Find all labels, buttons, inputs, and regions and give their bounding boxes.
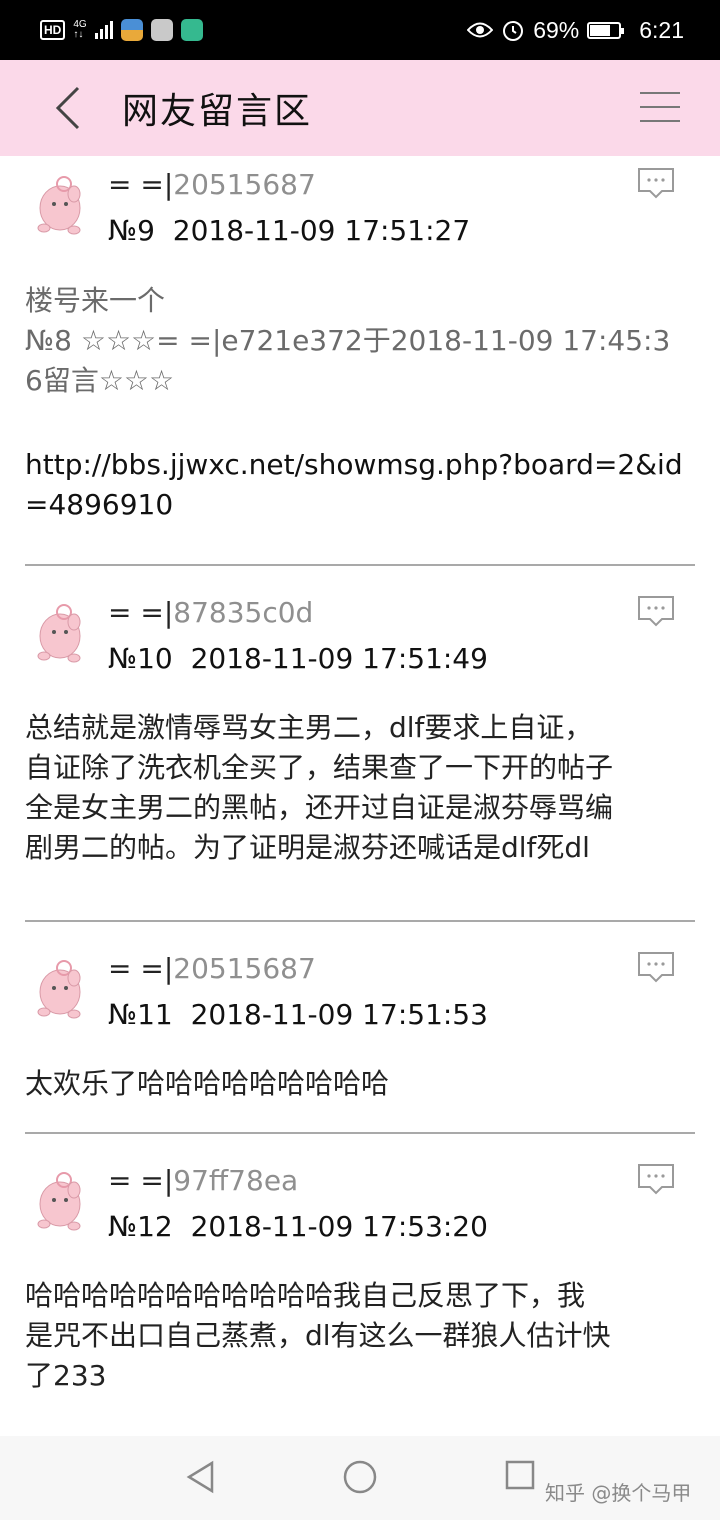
username: = =|97ff78ea — [108, 1164, 299, 1197]
avatar — [37, 176, 81, 235]
post-time: 2018-11-09 17:53:20 — [190, 1210, 488, 1243]
post-meta: №9 2018-11-09 17:51:27 — [108, 214, 470, 247]
comment-icon[interactable] — [636, 1162, 676, 1196]
divider — [25, 564, 695, 566]
eye-icon — [467, 22, 494, 38]
clock: 6:21 — [639, 16, 684, 43]
divider — [25, 1132, 695, 1134]
battery-percent: 69% — [533, 16, 580, 43]
watermark: 知乎 @换个马甲 — [545, 1481, 692, 1505]
hd-icon: HD — [40, 20, 66, 40]
divider — [25, 920, 695, 922]
app-icon-3 — [180, 19, 203, 41]
comment-icon[interactable] — [636, 166, 676, 200]
battery-icon — [587, 21, 625, 39]
alarm-icon — [503, 21, 524, 41]
chevron-left-icon[interactable] — [50, 84, 90, 132]
message-body: 楼号来一个 №8 ☆☆☆= =|e721e372于2018-11-09 17:4… — [25, 281, 697, 525]
quote-line: №8 ☆☆☆= =|e721e372于2018-11-09 17:45:3 — [25, 324, 671, 357]
avatar — [37, 960, 81, 1019]
username: = =|20515687 — [108, 952, 316, 985]
username: = =|87835c0d — [108, 596, 314, 629]
quote-line: 6留言☆☆☆ — [25, 364, 175, 397]
link-text[interactable]: =4896910 — [25, 485, 697, 525]
post-time: 2018-11-09 17:51:27 — [172, 214, 471, 247]
signal-icon — [94, 21, 113, 39]
post-meta: №12 2018-11-09 17:53:20 — [108, 1210, 488, 1243]
hamburger-menu-icon[interactable] — [640, 92, 680, 126]
post-time: 2018-11-09 17:51:53 — [190, 998, 488, 1031]
avatar — [37, 1172, 81, 1231]
post-time: 2018-11-09 17:51:49 — [190, 642, 488, 675]
floor-number: №12 — [108, 1210, 173, 1243]
home-circle-icon[interactable] — [342, 1459, 378, 1495]
app-icon-1 — [120, 19, 143, 41]
status-left: HD 4G ↑↓ — [40, 19, 203, 41]
comment-icon[interactable] — [636, 594, 676, 628]
back-triangle-icon[interactable] — [184, 1459, 216, 1495]
floor-number: №11 — [108, 998, 173, 1031]
post-meta: №10 2018-11-09 17:51:49 — [108, 642, 488, 675]
link-text[interactable]: http://bbs.jjwxc.net/showmsg.php?board=2… — [25, 445, 697, 485]
app-header: 网友留言区 — [0, 60, 720, 156]
app-icon-2 — [150, 19, 173, 41]
username: = =|20515687 — [108, 168, 316, 201]
network-type-icon: 4G ↑↓ — [73, 19, 87, 40]
status-right: 69% 6:21 — [467, 17, 684, 44]
message-body: 哈哈哈哈哈哈哈哈哈哈哈我自己反思了下，我 是咒不出口自己蒸煮，dl有这么一群狼人… — [25, 1279, 611, 1392]
post-meta: №11 2018-11-09 17:51:53 — [108, 998, 488, 1031]
floor-number: №9 — [108, 214, 155, 247]
status-bar: HD 4G ↑↓ 69% 6:21 — [0, 0, 720, 60]
page-title: 网友留言区 — [122, 91, 313, 132]
message-body: 太欢乐了哈哈哈哈哈哈哈哈哈 — [25, 1067, 390, 1100]
message-body: 总结就是激情辱骂女主男二，dlf要求上自证， 自证除了洗衣机全买了，结果查了一下… — [25, 711, 614, 864]
avatar — [37, 604, 81, 663]
comment-icon[interactable] — [636, 950, 676, 984]
floor-number: №10 — [108, 642, 173, 675]
recents-square-icon[interactable] — [504, 1459, 536, 1493]
